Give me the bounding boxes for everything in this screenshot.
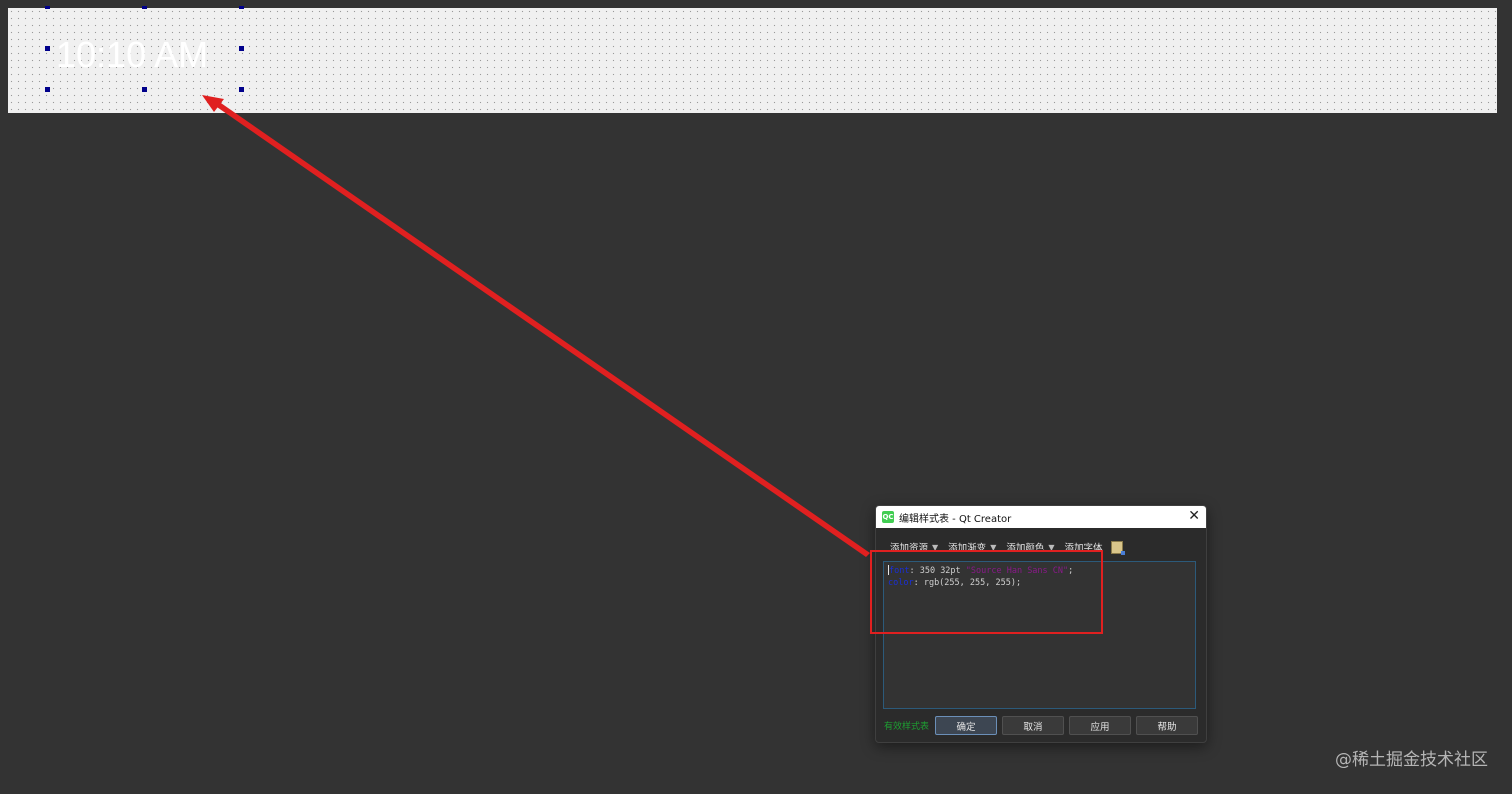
chevron-down-icon[interactable]: ▼ <box>1048 543 1054 552</box>
valid-stylesheet-label: 有效样式表 <box>884 722 930 732</box>
css-property: font <box>889 566 910 576</box>
qt-creator-logo-icon: QC <box>882 511 894 523</box>
annotation-overlay <box>202 95 1103 634</box>
css-string: "Source Han Sans CN" <box>965 566 1069 576</box>
apply-button[interactable]: 应用 <box>1069 716 1131 735</box>
dialog-button-bar: 有效样式表 确定 取消 应用 帮助 <box>876 716 1206 736</box>
dialog-title: 编辑样式表 - Qt Creator <box>899 513 1012 525</box>
selection-handle[interactable] <box>239 87 244 92</box>
add-gradient-button[interactable]: 添加渐变 ▼ <box>948 540 996 555</box>
time-label[interactable]: 10:10 AM <box>56 34 208 76</box>
color-picker-icon[interactable] <box>1110 540 1125 555</box>
add-resource-label: 添加资源 <box>890 543 929 554</box>
css-value: : rgb(255, 255, 255); <box>913 578 1022 588</box>
css-property: color <box>888 578 914 588</box>
add-resource-button[interactable]: 添加资源 ▼ <box>890 540 938 555</box>
selection-handle[interactable] <box>142 87 147 92</box>
selection-handle[interactable] <box>239 6 244 9</box>
annotation-arrow <box>214 101 870 557</box>
selection-handle[interactable] <box>45 87 50 92</box>
css-semicolon: ; <box>1068 566 1074 576</box>
code-line: font: 350 32pt "Source Han Sans CN"; <box>888 565 1191 577</box>
help-button[interactable]: 帮助 <box>1136 716 1198 735</box>
watermark-text: @稀土掘金技术社区 <box>1335 750 1488 770</box>
ok-button[interactable]: 确定 <box>935 716 997 735</box>
selection-handle[interactable] <box>142 6 147 9</box>
selection-handle[interactable] <box>45 6 50 9</box>
cancel-button[interactable]: 取消 <box>1002 716 1064 735</box>
dialog-toolbar: 添加资源 ▼ 添加渐变 ▼ 添加颜色 ▼ 添加字体 <box>890 540 1125 555</box>
designer-canvas[interactable]: 10:10 AM <box>8 8 1497 113</box>
add-gradient-label: 添加渐变 <box>948 543 987 554</box>
chevron-down-icon[interactable]: ▼ <box>990 543 996 552</box>
add-color-label: 添加颜色 <box>1006 543 1045 554</box>
stylesheet-editor[interactable]: font: 350 32pt "Source Han Sans CN"; col… <box>883 561 1196 709</box>
dialog-titlebar[interactable]: QC 编辑样式表 - Qt Creator ✕ <box>876 506 1206 528</box>
close-icon[interactable]: ✕ <box>1188 508 1200 524</box>
css-value: : 350 32pt <box>909 566 966 576</box>
selection-handle[interactable] <box>239 46 244 51</box>
add-color-button[interactable]: 添加颜色 ▼ <box>1006 540 1054 555</box>
add-font-button[interactable]: 添加字体 <box>1065 540 1103 554</box>
selection-handle[interactable] <box>45 46 50 51</box>
code-line: color: rgb(255, 255, 255); <box>888 577 1191 589</box>
chevron-down-icon[interactable]: ▼ <box>932 543 938 552</box>
stylesheet-dialog: QC 编辑样式表 - Qt Creator ✕ 添加资源 ▼ 添加渐变 ▼ 添加… <box>875 505 1207 743</box>
